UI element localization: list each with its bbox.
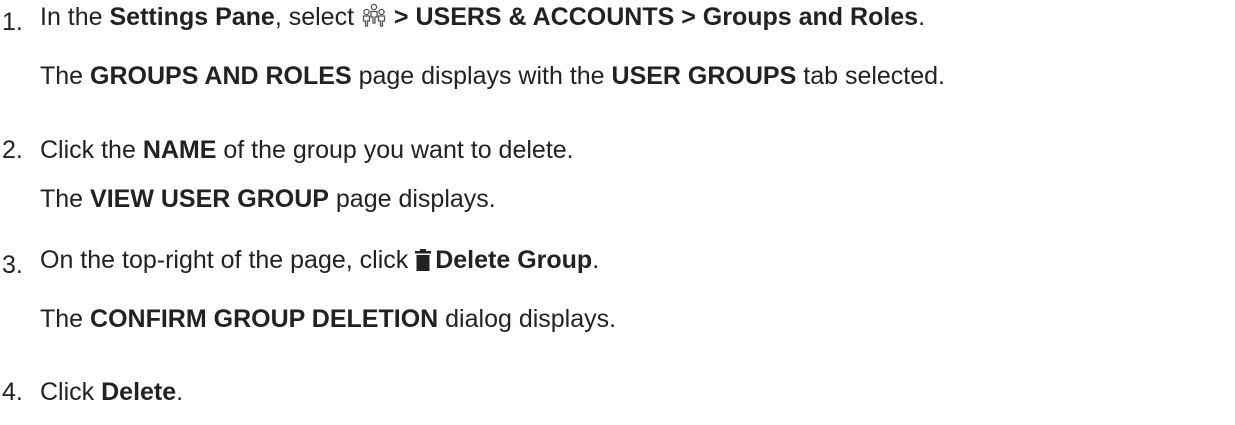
menu-path: > USERS & ACCOUNTS > Groups and Roles	[386, 3, 919, 31]
settings-pane-label: Settings Pane	[109, 3, 275, 31]
view-user-group-page-label: VIEW USER GROUP	[90, 185, 329, 213]
trash-icon	[415, 248, 432, 278]
step-instruction: Click the NAME of the group you want to …	[40, 136, 574, 164]
confirm-group-deletion-dialog-label: CONFIRM GROUP DELETION	[90, 305, 439, 333]
step-3-result: The CONFIRM GROUP DELETION dialog displa…	[40, 305, 617, 333]
step-number: 3.	[2, 251, 23, 279]
step-number: 4.	[2, 378, 23, 406]
delete-button-label: Delete	[101, 378, 177, 406]
step-instruction: In the Settings Pane, select > USERS & A…	[40, 2, 925, 34]
step-number: 2.	[2, 136, 23, 164]
users-group-icon	[361, 3, 387, 34]
groups-and-roles-page-label: GROUPS AND ROLES	[90, 62, 352, 90]
step-number: 1.	[2, 8, 23, 36]
step-2-result: The VIEW USER GROUP page displays.	[40, 185, 496, 213]
name-field-label: NAME	[142, 136, 217, 164]
step-1-result: The GROUPS AND ROLES page displays with …	[40, 62, 946, 90]
step-instruction: Click Delete.	[40, 378, 184, 406]
step-instruction: On the top-right of the page, click Dele…	[40, 245, 599, 278]
user-groups-tab-label: USER GROUPS	[611, 62, 797, 90]
delete-group-button-label: Delete Group	[435, 246, 593, 274]
